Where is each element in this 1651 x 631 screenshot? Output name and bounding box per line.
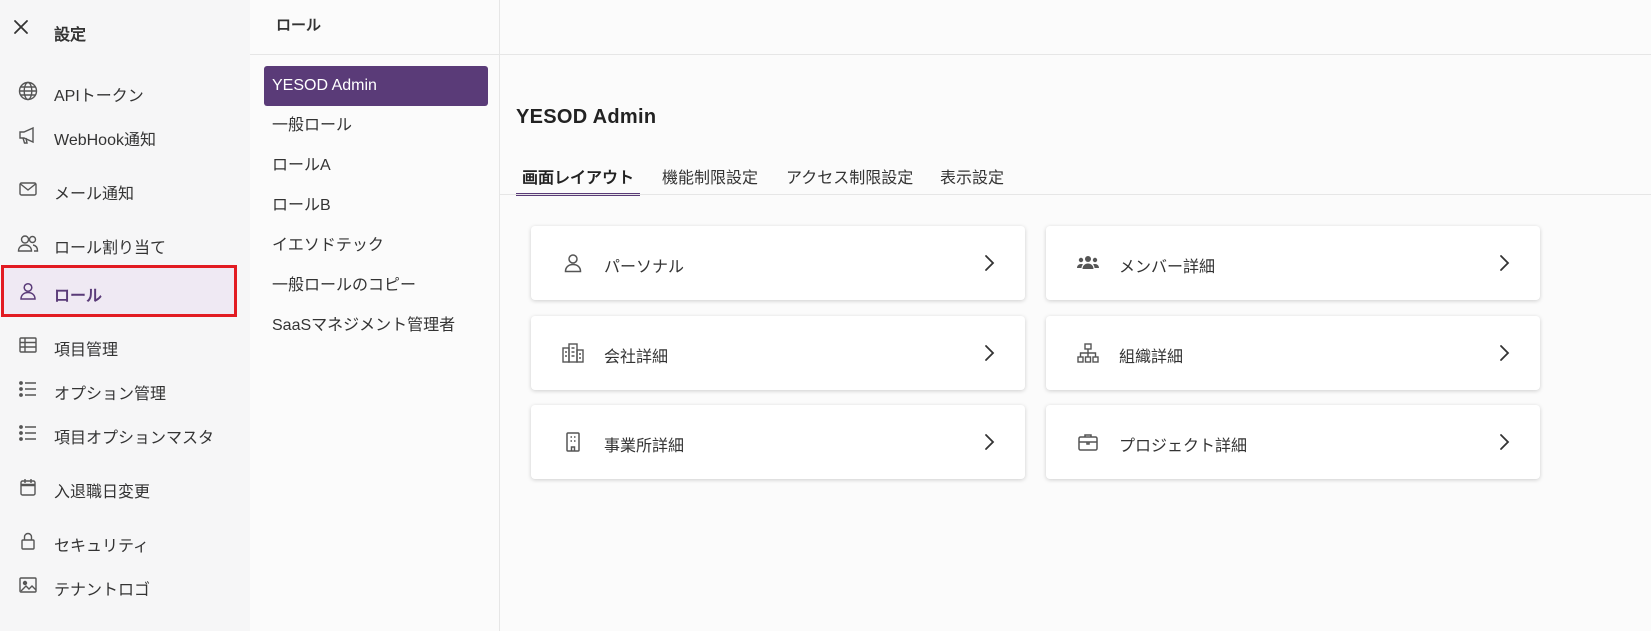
- role-item-role-a[interactable]: ロールA: [264, 146, 488, 186]
- list-icon: [17, 422, 39, 444]
- chevron-right-icon: [1498, 343, 1510, 363]
- close-icon[interactable]: [10, 16, 32, 38]
- mail-icon: [17, 178, 39, 200]
- tabs-divider: [500, 194, 1651, 195]
- sidebar-item-role-assignment[interactable]: ロール割り当て: [4, 220, 234, 266]
- chevron-right-icon: [1498, 253, 1510, 273]
- role-item-general-copy[interactable]: 一般ロールのコピー: [264, 266, 488, 306]
- card-label: メンバー詳細: [1119, 259, 1216, 276]
- globe-icon: [17, 80, 39, 102]
- card-personal[interactable]: パーソナル: [531, 226, 1025, 300]
- sidebar-item-label: WebHook通知: [54, 132, 156, 149]
- tab-display-settings[interactable]: 表示設定: [934, 160, 1010, 196]
- role-item-saas-admin[interactable]: SaaSマネジメント管理者: [264, 306, 488, 346]
- sidebar-item-api-token[interactable]: APIトークン: [4, 68, 234, 114]
- card-office-detail[interactable]: 事業所詳細: [531, 405, 1025, 479]
- page-title: ロール: [276, 17, 322, 34]
- card-company-detail[interactable]: 会社詳細: [531, 316, 1025, 390]
- role-item-yesod-admin[interactable]: YESOD Admin: [264, 66, 488, 106]
- chevron-right-icon: [983, 343, 995, 363]
- header-divider: [250, 54, 1651, 55]
- card-label: プロジェクト詳細: [1119, 438, 1248, 455]
- sidebar-item-label: メール通知: [54, 186, 135, 203]
- card-label: 事業所詳細: [604, 438, 685, 455]
- sidebar-item-field-management[interactable]: 項目管理: [4, 322, 234, 368]
- role-item-role-b[interactable]: ロールB: [264, 186, 488, 226]
- sidebar-item-role[interactable]: ロール: [1, 265, 237, 317]
- calendar-icon: [17, 476, 39, 498]
- user-icon: [17, 280, 39, 302]
- sidebar-item-tenant-logo[interactable]: テナントロゴ: [4, 562, 234, 608]
- group-icon: [1076, 251, 1100, 275]
- role-item-general[interactable]: 一般ロール: [264, 106, 488, 146]
- tab-screen-layout[interactable]: 画面レイアウト: [516, 160, 641, 196]
- lock-icon: [17, 530, 39, 552]
- megaphone-icon: [17, 124, 39, 146]
- card-label: 会社詳細: [604, 349, 669, 366]
- sidebar-item-label: ロール割り当て: [54, 240, 167, 257]
- tab-access-restriction[interactable]: アクセス制限設定: [780, 160, 919, 196]
- sidebar-item-label: 入退職日変更: [54, 484, 151, 501]
- sidebar-item-label: セキュリティ: [54, 538, 150, 555]
- card-label: 組織詳細: [1119, 349, 1184, 366]
- sidebar-item-label: ロール: [54, 288, 103, 305]
- sidebar-item-label: 項目管理: [54, 342, 119, 359]
- sidebar-item-join-leave-date[interactable]: 入退職日変更: [4, 464, 234, 510]
- sidebar-item-label: APIトークン: [54, 88, 144, 105]
- sidebar-header: 設定: [0, 0, 250, 62]
- card-project-detail[interactable]: プロジェクト詳細: [1046, 405, 1540, 479]
- building-icon: [561, 430, 585, 454]
- briefcase-icon: [1076, 430, 1100, 454]
- list-icon: [17, 378, 39, 400]
- sidebar-item-label: オプション管理: [54, 386, 167, 403]
- sidebar-title: 設定: [54, 27, 87, 44]
- role-item-yesodtech[interactable]: イエソドテック: [264, 226, 488, 266]
- chevron-right-icon: [1498, 432, 1510, 452]
- sidebar-item-label: テナントロゴ: [54, 582, 151, 599]
- chevron-right-icon: [983, 432, 995, 452]
- card-organization-detail[interactable]: 組織詳細: [1046, 316, 1540, 390]
- sidebar-item-security[interactable]: セキュリティ: [4, 518, 234, 564]
- table-icon: [17, 334, 39, 356]
- sidebar-item-option-management[interactable]: オプション管理: [4, 366, 234, 412]
- users-icon: [17, 232, 39, 254]
- person-icon: [561, 251, 585, 275]
- sidebar-item-webhook[interactable]: WebHook通知: [4, 112, 234, 158]
- role-title: YESOD Admin: [516, 106, 657, 128]
- card-label: パーソナル: [604, 259, 685, 276]
- tab-feature-restriction[interactable]: 機能制限設定: [656, 160, 764, 196]
- sidebar-item-mail[interactable]: メール通知: [4, 166, 234, 212]
- org-chart-icon: [1076, 341, 1100, 365]
- chevron-right-icon: [983, 253, 995, 273]
- image-icon: [17, 574, 39, 596]
- buildings-icon: [561, 341, 585, 365]
- settings-sidebar: 設定 APIトークン WebHook通知 メール通知 ロール割り当て ロール 項…: [0, 0, 250, 631]
- card-member-detail[interactable]: メンバー詳細: [1046, 226, 1540, 300]
- sidebar-item-label: 項目オプションマスタ: [54, 430, 215, 447]
- sidebar-item-field-option-master[interactable]: 項目オプションマスタ: [4, 410, 234, 456]
